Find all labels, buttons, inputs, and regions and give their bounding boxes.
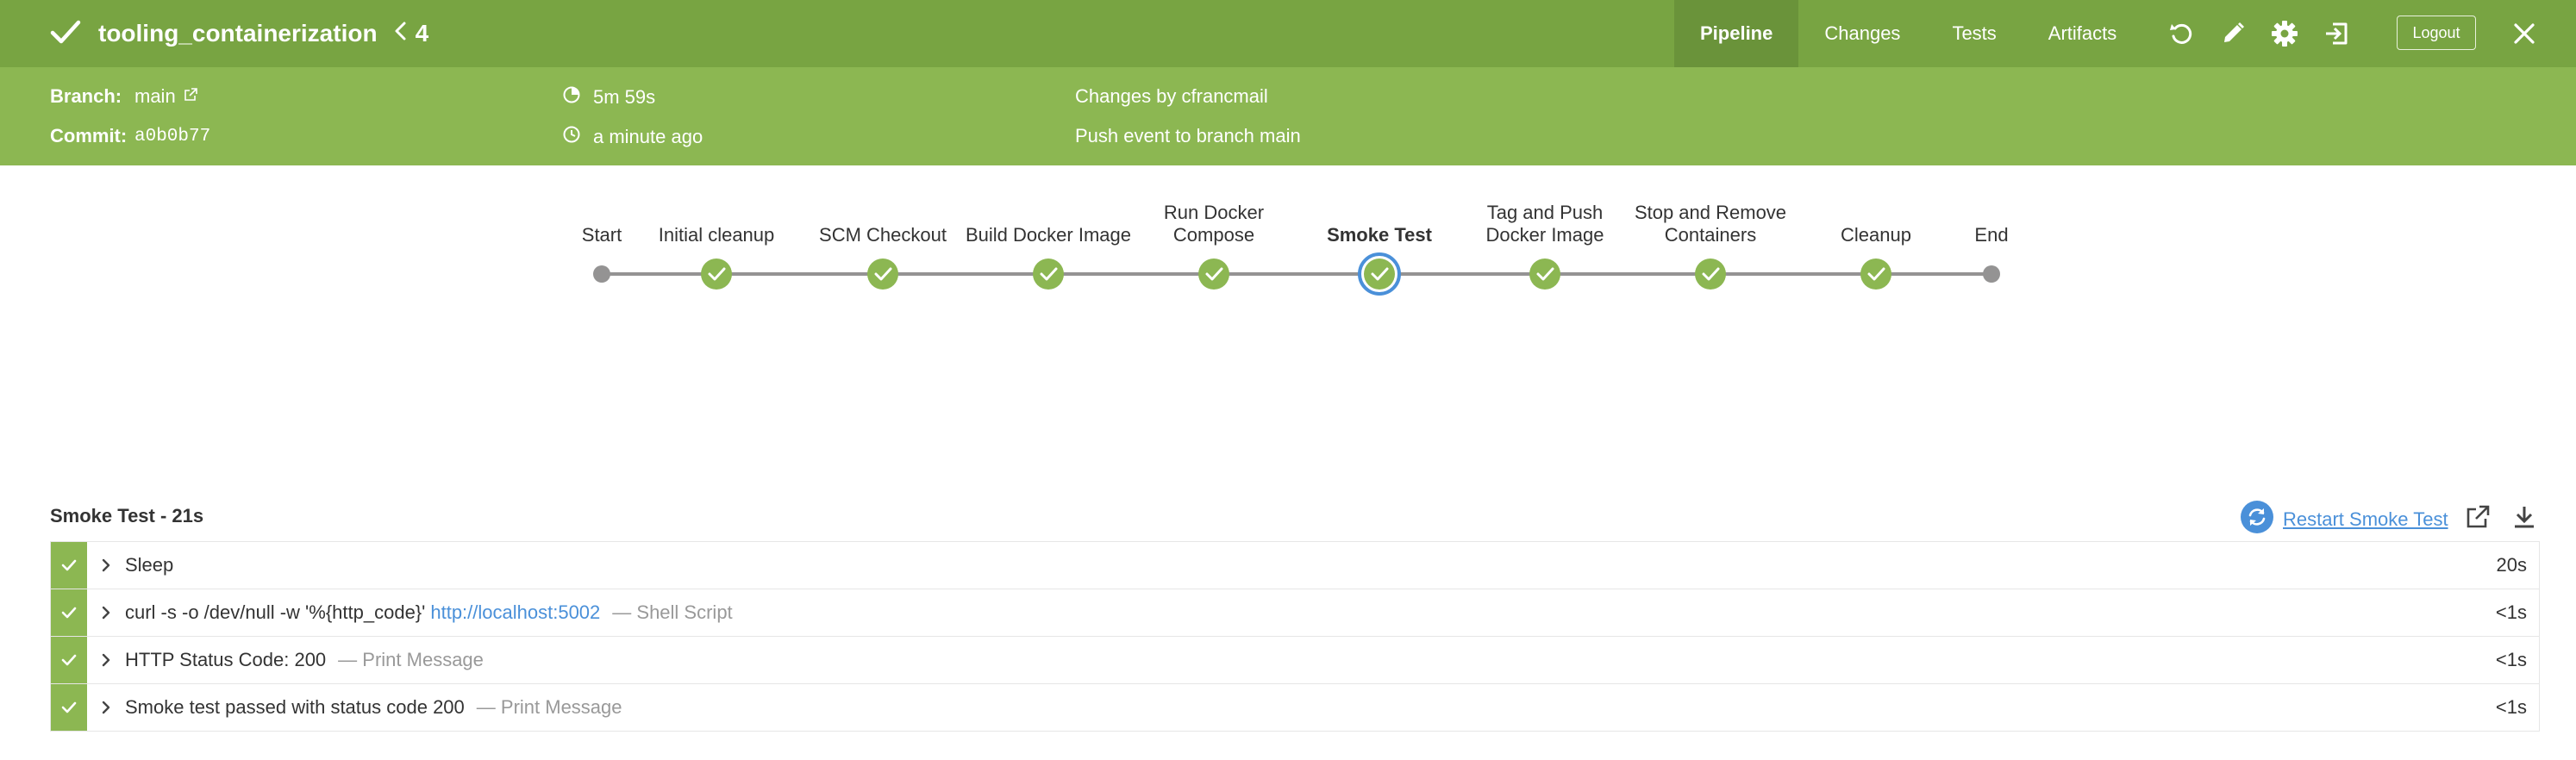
stage-node[interactable] — [1358, 252, 1401, 296]
stage-label[interactable]: Smoke Test — [1293, 224, 1466, 246]
step-success-icon — [51, 589, 87, 636]
stage-success-dot — [867, 259, 898, 290]
stage-success-dot — [1695, 259, 1726, 290]
run-info-bar: Branch: main Commit: a0b0b77 5m 59s a mi… — [0, 67, 2576, 165]
cause-value: Push event to branch main — [1075, 125, 1301, 146]
commit-value: a0b0b77 — [134, 126, 211, 146]
step-title: curl -s -o /dev/null -w '%{http_code}' — [125, 601, 426, 623]
step-row[interactable]: Smoke test passed with status code 200 —… — [50, 683, 2540, 732]
chevron-right-icon[interactable] — [91, 604, 122, 621]
stage-node[interactable] — [701, 259, 732, 290]
step-title: HTTP Status Code: 200 — [125, 649, 327, 670]
started-row: a minute ago — [562, 125, 703, 149]
step-duration: 20s — [2496, 554, 2527, 576]
exit-icon[interactable] — [2310, 0, 2362, 67]
step-url-link[interactable]: http://localhost:5002 — [430, 601, 600, 624]
step-title: Sleep — [125, 554, 174, 576]
stage-node[interactable] — [1033, 259, 1064, 290]
stage-label[interactable]: Build Docker Image — [962, 224, 1135, 246]
stage-label[interactable]: Run Docker Compose — [1128, 202, 1300, 246]
stage-label[interactable]: Initial cleanup — [630, 224, 803, 246]
step-title: Smoke test passed with status code 200 — [125, 696, 465, 718]
step-duration: <1s — [2495, 649, 2527, 670]
stage-node[interactable] — [1529, 259, 1560, 290]
external-link-icon — [183, 85, 198, 108]
logout-button[interactable]: Logout — [2397, 16, 2476, 50]
stage-node-start — [593, 265, 610, 283]
step-success-icon — [51, 684, 87, 731]
pipeline-name[interactable]: tooling_containerization — [98, 20, 378, 47]
steps-list: Sleep 20s curl -s -o /dev/null -w '%{htt… — [50, 541, 2540, 732]
commit-label: Commit: — [50, 125, 128, 146]
restart-stage-label: Restart Smoke Test — [2283, 508, 2448, 530]
step-type: — Print Message — [338, 649, 484, 670]
chevron-right-icon[interactable] — [91, 651, 122, 669]
step-row[interactable]: Sleep 20s — [50, 541, 2540, 589]
step-row[interactable]: curl -s -o /dev/null -w '%{http_code}' h… — [50, 589, 2540, 636]
step-row[interactable]: HTTP Status Code: 200 — Print Message <1… — [50, 636, 2540, 683]
restart-icon — [2240, 500, 2274, 539]
cause-row: Push event to branch main — [1075, 125, 1301, 147]
stage-label[interactable]: SCM Checkout — [797, 224, 969, 246]
started-value: a minute ago — [593, 126, 703, 147]
stage-label[interactable]: Stop and Remove Containers — [1624, 202, 1797, 246]
stage-success-dot — [1364, 259, 1395, 290]
step-duration: <1s — [2495, 696, 2527, 718]
changes-value: Changes by cfrancmail — [1075, 85, 1268, 107]
open-in-new-icon[interactable] — [2460, 500, 2495, 534]
chevron-right-icon[interactable] — [91, 557, 122, 574]
chevron-left-icon — [393, 20, 407, 47]
close-icon[interactable] — [2502, 0, 2547, 67]
settings-icon[interactable] — [2259, 0, 2310, 67]
download-icon[interactable] — [2507, 500, 2542, 534]
stage-node[interactable] — [1198, 259, 1229, 290]
pipeline-graph: Start Initial cleanup SCM Checkout Build Do… — [0, 165, 2576, 458]
replay-icon[interactable] — [2155, 0, 2207, 67]
stage-label[interactable]: Tag and Push Docker Image — [1459, 202, 1631, 246]
run-number: 4 — [415, 20, 429, 47]
top-actions — [2155, 0, 2362, 67]
step-success-icon — [51, 542, 87, 589]
step-success-icon — [51, 637, 87, 683]
stage-success-dot — [1198, 259, 1229, 290]
stage-node-end — [1983, 265, 2000, 283]
commit-row: Commit: a0b0b77 — [50, 125, 210, 147]
restart-stage-button[interactable]: Restart Smoke Test — [2240, 500, 2448, 539]
stage-success-dot — [701, 259, 732, 290]
stage-success-dot — [1529, 259, 1560, 290]
tab-changes[interactable]: Changes — [1798, 0, 1926, 67]
top-bar: tooling_containerization 4 Pipeline Chan… — [0, 0, 2576, 67]
changes-row: Changes by cfrancmail — [1075, 85, 1268, 108]
step-duration: <1s — [2495, 601, 2527, 623]
stage-success-dot — [1860, 259, 1891, 290]
step-type: — Print Message — [476, 696, 622, 718]
stage-success-dot — [1033, 259, 1064, 290]
pipeline-title: tooling_containerization 4 — [48, 0, 428, 67]
step-type: — Shell Script — [612, 601, 733, 623]
branch-label: Branch: — [50, 85, 122, 107]
stage-node[interactable] — [867, 259, 898, 290]
duration-icon — [562, 85, 581, 109]
check-icon — [48, 15, 83, 53]
clock-icon — [562, 125, 581, 149]
top-nav: Pipeline Changes Tests Artifacts — [1674, 0, 2142, 67]
duration-row: 5m 59s — [562, 85, 655, 109]
tab-artifacts[interactable]: Artifacts — [2023, 0, 2142, 67]
branch-row: Branch: main — [50, 85, 198, 108]
run-number-link[interactable]: 4 — [393, 20, 429, 47]
stage-label: End — [1974, 224, 2009, 246]
duration-value: 5m 59s — [593, 86, 656, 108]
branch-value: main — [134, 85, 176, 107]
tab-pipeline[interactable]: Pipeline — [1674, 0, 1799, 67]
tab-tests[interactable]: Tests — [1926, 0, 2022, 67]
stage-node[interactable] — [1695, 259, 1726, 290]
edit-icon[interactable] — [2207, 0, 2259, 67]
stage-node[interactable] — [1860, 259, 1891, 290]
chevron-right-icon[interactable] — [91, 699, 122, 716]
steps-panel-title: Smoke Test - 21s — [50, 505, 204, 526]
branch-link[interactable]: main — [134, 85, 198, 108]
